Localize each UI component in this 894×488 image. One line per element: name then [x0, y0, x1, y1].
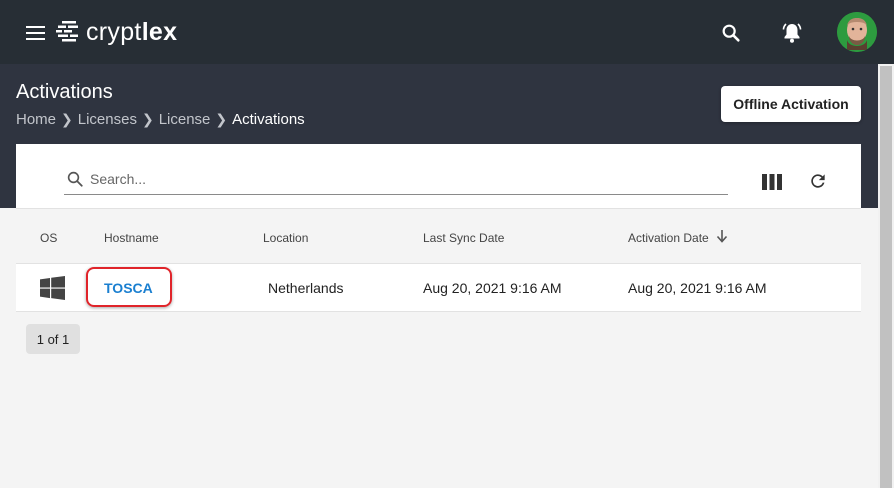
- column-header-os[interactable]: OS: [40, 231, 57, 245]
- chevron-right-icon: ❯: [61, 111, 73, 127]
- breadcrumb: Home ❯ Licenses ❯ License ❯ Activations: [16, 111, 305, 128]
- refresh-icon[interactable]: [808, 171, 828, 196]
- breadcrumb-licenses[interactable]: Licenses: [78, 111, 137, 128]
- search-field[interactable]: [64, 168, 728, 195]
- hostname-link[interactable]: TOSCA: [104, 280, 153, 296]
- breadcrumb-current: Activations: [232, 111, 305, 128]
- cell-last-sync: Aug 20, 2021 9:16 AM: [423, 280, 562, 296]
- cryptlex-logo[interactable]: cryptlex: [56, 16, 177, 48]
- view-columns-icon[interactable]: [761, 173, 783, 196]
- column-header-hostname[interactable]: Hostname: [104, 231, 159, 245]
- offline-activation-button[interactable]: Offline Activation: [721, 86, 861, 122]
- table-row[interactable]: TOSCA Netherlands Aug 20, 2021 9:16 AM A…: [16, 264, 861, 312]
- user-avatar[interactable]: [837, 12, 877, 52]
- page-title: Activations: [16, 81, 113, 103]
- logo-mark-icon: [56, 21, 78, 42]
- column-header-activation-date[interactable]: Activation Date: [628, 231, 709, 245]
- bell-icon[interactable]: [780, 21, 804, 50]
- activations-card: OS Hostname Location Last Sync Date Acti…: [16, 144, 861, 488]
- search-input[interactable]: [90, 171, 710, 187]
- table-header: OS Hostname Location Last Sync Date Acti…: [16, 208, 861, 264]
- table-toolbar: [16, 144, 861, 208]
- column-header-location[interactable]: Location: [263, 231, 308, 245]
- top-app-bar: cryptlex: [0, 0, 894, 64]
- cell-location: Netherlands: [268, 280, 344, 296]
- breadcrumb-license[interactable]: License: [159, 111, 211, 128]
- logo-text: cryptlex: [86, 17, 178, 46]
- cell-activation-date: Aug 20, 2021 9:16 AM: [628, 280, 767, 296]
- column-header-last-sync[interactable]: Last Sync Date: [423, 231, 504, 245]
- pagination-label: 1 of 1: [26, 324, 80, 354]
- windows-icon: [40, 276, 65, 305]
- search-icon: [66, 170, 84, 193]
- chevron-right-icon: ❯: [141, 111, 154, 127]
- search-icon[interactable]: [720, 22, 742, 49]
- scrollbar-thumb[interactable]: [880, 66, 892, 488]
- hamburger-icon[interactable]: [26, 26, 46, 40]
- chevron-right-icon: ❯: [215, 111, 228, 127]
- sort-arrow-down-icon[interactable]: [716, 229, 728, 246]
- breadcrumb-home[interactable]: Home: [16, 111, 56, 128]
